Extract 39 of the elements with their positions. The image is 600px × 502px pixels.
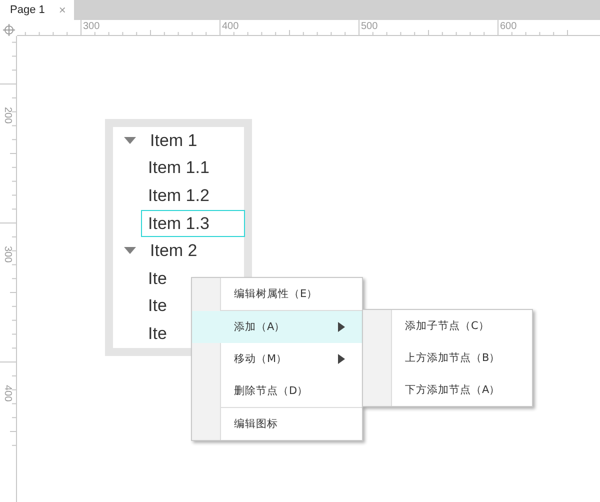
tab-label: Page 1 — [10, 4, 45, 16]
menu-item[interactable]: 上方添加节点（B） — [363, 342, 532, 374]
page-tab[interactable]: Page 1 × — [0, 0, 74, 20]
node-label: Item 1 — [150, 130, 198, 151]
ruler-label: 300 — [83, 21, 100, 33]
ruler-label: 300 — [1, 246, 13, 265]
menu-item[interactable]: 删除节点（D） — [192, 375, 362, 407]
tree-node[interactable]: Item 2 — [123, 237, 244, 265]
menu-item-label: 添加（A） — [234, 320, 286, 334]
ruler-label: 200 — [1, 107, 13, 126]
menu-item[interactable]: 编辑图标 — [192, 408, 362, 440]
node-label: Item 1.3 — [148, 214, 210, 234]
menu-item-label: 上方添加节点（B） — [405, 351, 500, 365]
tree-node[interactable]: Item 1 — [123, 127, 244, 155]
expand-triangle-icon[interactable] — [124, 247, 136, 256]
menu-item[interactable]: 添加（A） — [192, 311, 362, 343]
tree-node[interactable]: Item 1.3 — [141, 210, 245, 238]
menu-item-label: 添加子节点（C） — [405, 319, 490, 333]
menu-item-label: 下方添加节点（A） — [405, 383, 500, 397]
tree-node[interactable]: Item 1.1 — [141, 154, 245, 182]
ruler-label: 500 — [361, 21, 378, 33]
menu-item-label: 删除节点（D） — [234, 384, 308, 398]
menu-item-label: 编辑图标 — [234, 417, 278, 431]
ruler-label: 400 — [222, 21, 239, 33]
ruler-label: 400 — [1, 385, 13, 404]
node-label: Item 2 — [150, 241, 198, 262]
menu-item[interactable]: 添加子节点（C） — [363, 310, 532, 342]
menu-item[interactable]: 编辑树属性（E） — [192, 278, 362, 310]
menu-item[interactable]: 下方添加节点（A） — [363, 374, 532, 406]
node-label: Ite — [148, 268, 167, 289]
menu-item-label: 移动（M） — [234, 352, 288, 366]
node-label: Item 1.2 — [148, 186, 210, 206]
ruler-label: 600 — [500, 21, 517, 33]
crosshair-icon — [3, 24, 15, 36]
node-label: Item 1.1 — [148, 158, 210, 178]
menu-item-label: 编辑树属性（E） — [234, 287, 318, 301]
menu-item[interactable]: 移动（M） — [192, 343, 362, 375]
tree-node[interactable]: Item 1.2 — [141, 182, 245, 210]
expand-triangle-icon[interactable] — [124, 136, 136, 145]
